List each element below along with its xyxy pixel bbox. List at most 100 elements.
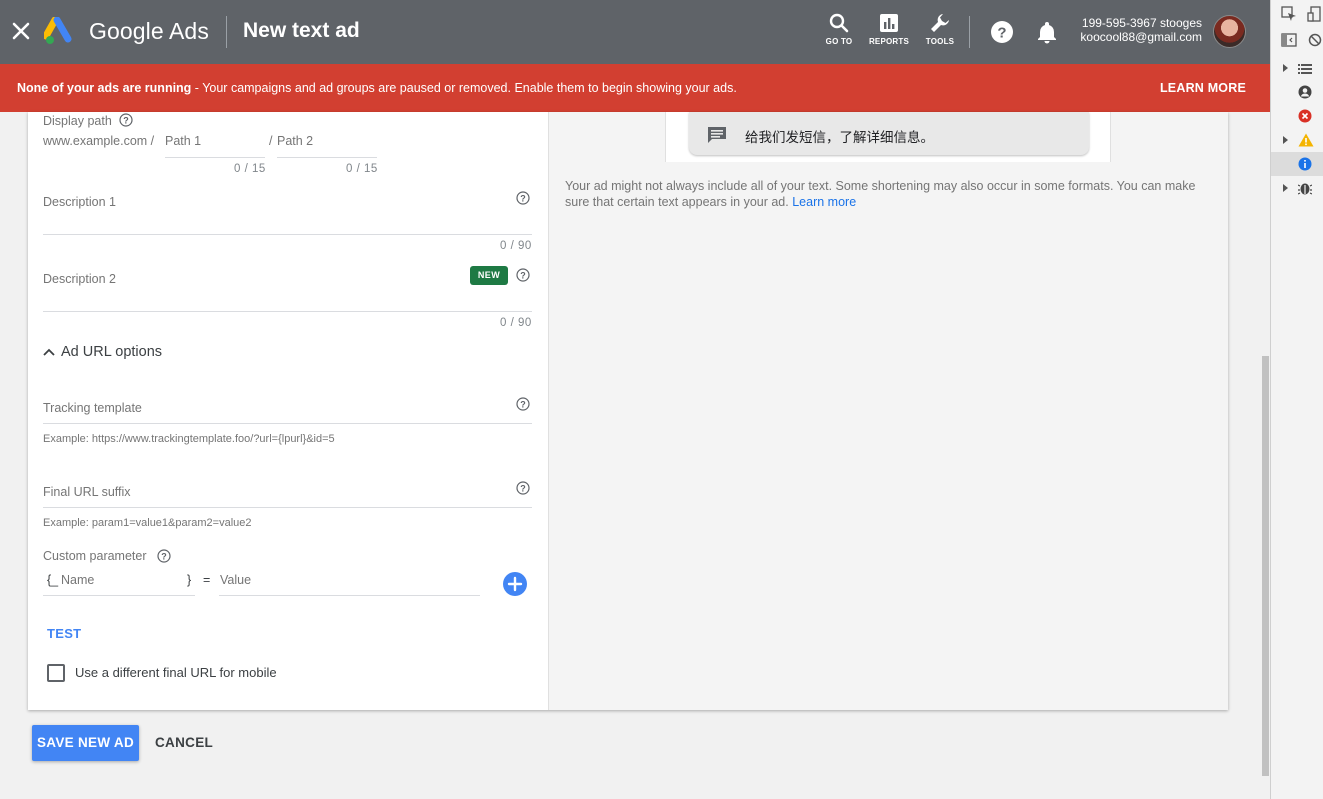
path2-underline xyxy=(277,157,377,158)
scrollbar-thumb[interactable] xyxy=(1262,356,1269,776)
help-circle-icon[interactable]: ? xyxy=(157,549,171,563)
param-equals: = xyxy=(203,573,211,587)
close-icon[interactable] xyxy=(10,20,32,42)
param-name-input[interactable]: Name xyxy=(61,573,94,587)
description2-underline xyxy=(43,311,532,312)
console-row-warnings[interactable] xyxy=(1271,128,1323,152)
goto-label: GO TO xyxy=(825,37,853,46)
console-row-messages[interactable] xyxy=(1271,56,1323,80)
param-open-brace: {_ xyxy=(47,573,59,587)
console-row-verbose[interactable] xyxy=(1271,176,1323,200)
warning-icon xyxy=(1298,133,1314,147)
plus-icon xyxy=(507,576,523,592)
description1-underline xyxy=(43,234,532,235)
account-email: koocool88@gmail.com xyxy=(1080,30,1202,44)
description2-input[interactable]: Description 2 xyxy=(43,272,116,286)
svg-text:?: ? xyxy=(997,25,1006,42)
block-icon[interactable] xyxy=(1308,33,1322,47)
new-badge: NEW xyxy=(470,266,508,285)
display-path-label: Display path xyxy=(43,114,112,128)
tracking-template-underline xyxy=(43,423,532,424)
tracking-template-input[interactable]: Tracking template xyxy=(43,401,142,415)
alert-bold: None of your ads are running xyxy=(17,81,192,95)
ad-preview-pane: 给我们发短信，了解详细信息。 Your ad might not always … xyxy=(548,112,1228,710)
tools-label: TOOLS xyxy=(925,37,955,46)
svg-text:?: ? xyxy=(520,399,526,409)
final-url-suffix-input[interactable]: Final URL suffix xyxy=(43,485,131,499)
custom-parameter-label: Custom parameter xyxy=(43,549,147,563)
alert-message: None of your ads are running - Your camp… xyxy=(17,81,737,95)
help-circle-icon[interactable]: ? xyxy=(516,481,530,495)
ad-editor-card: Display path ? www.example.com / Path 1 … xyxy=(28,112,1228,710)
description2-counter: 0 / 90 xyxy=(500,317,532,329)
avatar[interactable] xyxy=(1213,15,1246,48)
wrench-icon xyxy=(931,14,949,32)
param-name-underline xyxy=(43,595,195,596)
final-url-suffix-underline xyxy=(43,507,532,508)
google-ads-logo xyxy=(44,17,72,44)
svg-text:?: ? xyxy=(520,270,526,280)
param-value-input[interactable]: Value xyxy=(220,573,251,587)
goto-button[interactable]: GO TO xyxy=(814,12,864,46)
learn-more-link[interactable]: Learn more xyxy=(792,195,856,209)
description1-counter: 0 / 90 xyxy=(500,240,532,252)
description1-input[interactable]: Description 1 xyxy=(43,195,116,209)
message-icon xyxy=(708,127,726,143)
ad-form: Display path ? www.example.com / Path 1 … xyxy=(28,112,548,710)
path2-input[interactable]: Path 2 xyxy=(277,134,313,148)
help-circle-icon[interactable]: ? xyxy=(516,191,530,205)
header-divider-2 xyxy=(969,16,970,48)
reports-button[interactable]: REPORTS xyxy=(864,12,914,46)
sms-extension: 给我们发短信，了解详细信息。 xyxy=(689,112,1089,155)
tools-button[interactable]: TOOLS xyxy=(915,12,965,46)
path1-input[interactable]: Path 1 xyxy=(165,134,201,148)
console-row-user[interactable] xyxy=(1271,80,1323,104)
sidebar-icon[interactable] xyxy=(1281,32,1297,48)
page-title: New text ad xyxy=(243,19,360,42)
bug-icon xyxy=(1298,183,1312,195)
help-circle-icon[interactable]: ? xyxy=(119,113,133,127)
info-icon xyxy=(1298,157,1312,171)
mobile-url-checkbox[interactable] xyxy=(47,664,65,682)
sms-text: 给我们发短信，了解详细信息。 xyxy=(745,130,934,145)
test-button[interactable]: TEST xyxy=(47,626,81,641)
preview-note: Your ad might not always include all of … xyxy=(565,178,1205,210)
path2-counter: 0 / 15 xyxy=(346,163,378,175)
save-new-ad-button[interactable]: SAVE NEW AD xyxy=(32,725,139,761)
header-divider xyxy=(226,16,227,48)
help-icon[interactable]: ? xyxy=(990,20,1014,44)
final-url-suffix-hint: Example: param1=value1&param2=value2 xyxy=(43,517,252,529)
search-icon xyxy=(829,13,849,33)
error-icon xyxy=(1298,109,1312,123)
help-circle-icon[interactable]: ? xyxy=(516,397,530,411)
bar-chart-icon xyxy=(880,14,898,32)
top-app-bar: Google Ads New text ad GO TO REPORTS TOO… xyxy=(0,0,1270,64)
svg-text:?: ? xyxy=(123,115,129,125)
brand-name: Google Ads xyxy=(89,18,209,44)
learn-more-button[interactable]: LEARN MORE xyxy=(1160,81,1246,95)
console-row-info[interactable] xyxy=(1271,152,1323,176)
add-parameter-button[interactable] xyxy=(503,572,527,596)
reports-label: REPORTS xyxy=(868,37,910,46)
help-circle-icon[interactable]: ? xyxy=(516,268,530,282)
path1-underline xyxy=(165,157,265,158)
path1-counter: 0 / 15 xyxy=(234,163,266,175)
user-icon xyxy=(1298,85,1312,99)
ad-url-options-toggle[interactable]: Ad URL options xyxy=(43,342,162,362)
path-separator: / xyxy=(269,134,273,148)
bell-icon[interactable] xyxy=(1036,20,1058,44)
inspect-icon[interactable] xyxy=(1281,6,1297,22)
chevron-up-icon xyxy=(43,348,55,356)
svg-text:?: ? xyxy=(520,193,526,203)
list-icon xyxy=(1298,64,1312,74)
alert-banner: None of your ads are running - Your camp… xyxy=(0,64,1270,112)
account-info[interactable]: 199-595-3967 stooges koocool88@gmail.com xyxy=(1080,16,1202,44)
cancel-button[interactable]: CANCEL xyxy=(155,735,213,750)
preview-note-text: Your ad might not always include all of … xyxy=(565,179,1196,209)
tracking-template-hint: Example: https://www.trackingtemplate.fo… xyxy=(43,433,335,445)
display-domain: www.example.com / xyxy=(43,134,155,148)
param-close-brace: } xyxy=(187,573,192,587)
device-icon[interactable] xyxy=(1307,6,1321,22)
mobile-url-label: Use a different final URL for mobile xyxy=(75,665,277,680)
console-row-errors[interactable] xyxy=(1271,104,1323,128)
